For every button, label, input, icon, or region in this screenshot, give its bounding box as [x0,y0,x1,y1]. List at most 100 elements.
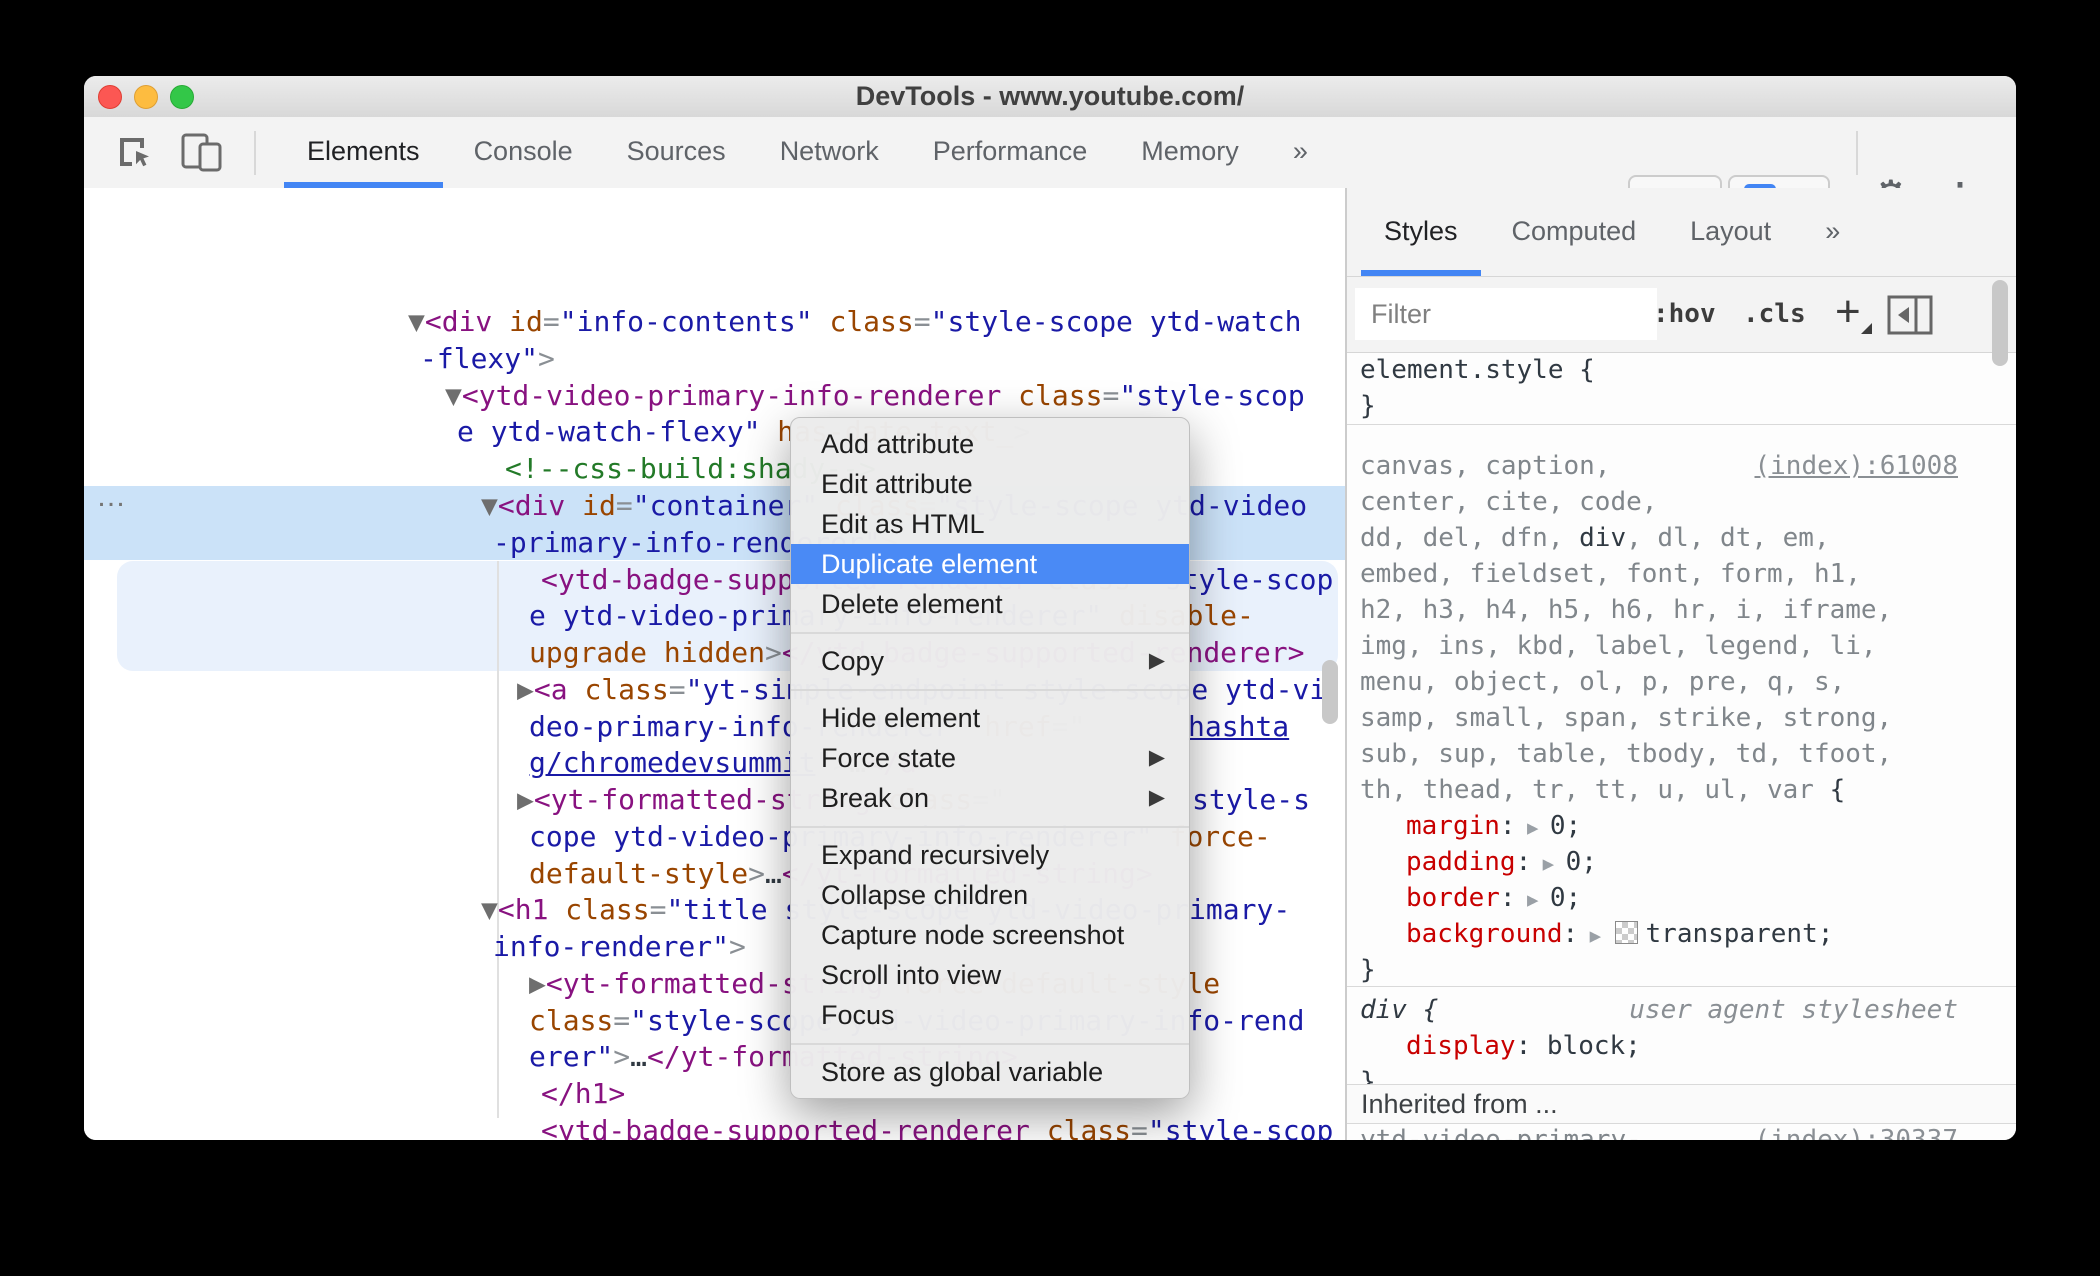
tree-node-line[interactable]: <ytd-badge-supported-renderer class="sty… [84,1112,1345,1140]
context-menu-item-force-state[interactable]: Force state ▶ [791,738,1189,778]
tab-memory[interactable]: Memory [1114,117,1266,188]
tree-node-line[interactable]: ▼<ytd-video-primary-info-renderer class=… [84,377,1345,414]
context-menu-separator [791,681,1189,698]
style-rule-line[interactable]: border: ▶ 0; [1347,880,2016,916]
context-menu-item-edit-attribute[interactable]: Edit attribute [791,464,1189,504]
code-segment: = [542,305,560,338]
style-rule-line[interactable]: margin: ▶ 0; [1347,808,2016,844]
code-segment: class [1046,1114,1132,1140]
new-style-rule-button[interactable]: + [1835,277,1861,352]
context-menu-item-hide-element[interactable]: Hide element [791,698,1189,738]
toggle-element-state-button[interactable]: :hov [1653,277,1716,352]
inherited-section-header: Inherited from ... [1347,1084,2016,1124]
context-menu-item-collapse-children[interactable]: Collapse children [791,875,1189,915]
tab-performance[interactable]: Performance [906,117,1115,188]
code-segment: { [1829,775,1846,805]
device-toolbar-icon[interactable] [180,132,224,177]
code-segment: ▶ [1531,853,1566,875]
submenu-arrow-icon: ▶ [1148,786,1165,809]
context-menu-item-duplicate-element[interactable]: Duplicate element [791,544,1189,584]
styles-filter-input[interactable]: Filter [1355,288,1657,340]
tab-[interactable]: » [1266,117,1335,188]
code-segment: : [1499,883,1516,913]
code-segment: canvas, caption, [1360,451,1611,481]
code-segment: ▶ [517,673,534,706]
submenu-arrow-icon: ▶ [1148,649,1165,672]
sidebar-tabs: Styles Computed Layout» [1347,188,2016,277]
code-segment: h2, h3, h4, h5, h6, hr, i, iframe, [1360,595,1893,625]
code-fragment: style-s [1192,781,1310,818]
style-rule-line[interactable]: display: block; [1347,1028,2016,1064]
code-segment: menu, object, ol, p, pre, q, s, [1360,667,1846,697]
sidebar-tab-[interactable]: » [1798,188,1867,276]
style-rule-line[interactable]: div {user agent stylesheet [1347,992,2016,1028]
style-rule-line[interactable]: } [1347,388,2016,424]
code-segment: } [1360,955,1376,985]
code-segment: 0; [1549,883,1582,913]
context-menu-item-focus[interactable]: Focus [791,995,1189,1035]
devtools-toolbar: Elements Console Sources Network Performance… [84,117,2016,229]
tab-network[interactable]: Network [753,117,906,188]
code-segment: upgrade [529,636,648,669]
context-menu-item-store-as-global-variable[interactable]: Store as global variable [791,1052,1189,1092]
style-rule-line[interactable]: element.style { [1347,352,2016,388]
submenu-arrow-icon: ▶ [1148,746,1165,769]
code-fragment: padding: ▶ 0; [1406,844,1597,882]
sidebar-tab-layout[interactable]: Layout [1663,188,1798,276]
tree-node-line[interactable]: -flexy"> [84,340,1345,377]
code-segment: = [913,305,931,338]
context-menu-item-delete-element[interactable]: Delete element [791,584,1189,624]
code-fragment: img, ins, kbd, label, legend, li, [1360,628,1877,664]
style-rule-line[interactable]: center, cite, code, [1347,484,2016,520]
context-menu-item-capture-node-screenshot[interactable]: Capture node screenshot [791,915,1189,955]
window-title: DevTools - www.youtube.com/ [855,81,1245,111]
style-rule-line[interactable]: sub, sup, table, tbody, td, tfoot, [1347,736,2016,772]
style-rule-line[interactable]: } [1347,952,2016,988]
code-segment: samp, small, span, strike, strong, [1360,703,1893,733]
context-menu-item-scroll-into-view[interactable]: Scroll into view [791,955,1189,995]
tab-elements[interactable]: Elements [280,117,447,188]
toolbar-divider-2 [1856,131,1858,175]
code-segment: : block; [1515,1031,1641,1061]
code-segment: ▼ [481,893,498,926]
styles-scrollbar-thumb[interactable] [1992,280,2008,366]
style-rule-line[interactable]: embed, fieldset, font, form, h1, [1347,556,2016,592]
code-fragment: -flexy"> [420,340,555,377]
code-segment: ▶ [1515,817,1550,839]
context-menu-item-break-on[interactable]: Break on ▶ [791,778,1189,818]
styles-sidebar: Styles Computed Layout» Filter :hov .cls +… [1347,188,2016,1140]
vertical-scrollbar-thumb[interactable] [1322,660,1338,724]
context-menu-item-expand-recursively[interactable]: Expand recursively [791,835,1189,875]
style-rule-line[interactable]: background: ▶ transparent; [1347,916,2016,952]
code-segment: , dl, dt, em, [1626,523,1830,553]
sidebar-tab-styles[interactable]: Styles [1357,188,1485,276]
code-segment: center, cite, code, [1360,487,1658,517]
style-rule-line[interactable]: dd, del, dfn, div, dl, dt, em, [1347,520,2016,556]
style-rule-line[interactable]: h2, h3, h4, h5, h6, hr, i, iframe, [1347,592,2016,628]
inspect-icon[interactable] [114,132,154,177]
style-rule-line[interactable]: canvas, caption, (index):61008 [1347,448,2016,484]
toolbar-divider [254,131,256,175]
style-rule-line[interactable]: samp, small, span, strike, strong, [1347,700,2016,736]
context-menu-item-edit-as-html[interactable]: Edit as HTML [791,504,1189,544]
context-menu-item-copy[interactable]: Copy ▶ [791,641,1189,681]
tab-console[interactable]: Console [447,117,600,188]
style-rule-line[interactable]: img, ins, kbd, label, legend, li, [1347,628,2016,664]
tree-node-line[interactable]: ▼<div id="info-contents" class="style-sc… [84,303,1345,340]
style-rule-line[interactable]: padding: ▶ 0; [1347,844,2016,880]
code-segment: -flexy" [420,342,539,375]
sidebar-tab-computed[interactable]: Computed [1485,188,1664,276]
style-rule-line[interactable]: th, thead, tr, tt, u, ul, var { [1347,772,2016,808]
style-rule-line[interactable]: ytd-video-primary- (index):30337 [1347,1122,2016,1140]
code-segment: id [582,489,616,522]
style-rule-line[interactable]: menu, object, ol, p, pre, q, s, [1347,664,2016,700]
sidebar-toggle-icon[interactable] [1887,295,1933,340]
tab-sources[interactable]: Sources [600,117,753,188]
element-classes-button[interactable]: .cls [1743,277,1806,352]
context-menu-item-add-attribute[interactable]: Add attribute [791,424,1189,464]
